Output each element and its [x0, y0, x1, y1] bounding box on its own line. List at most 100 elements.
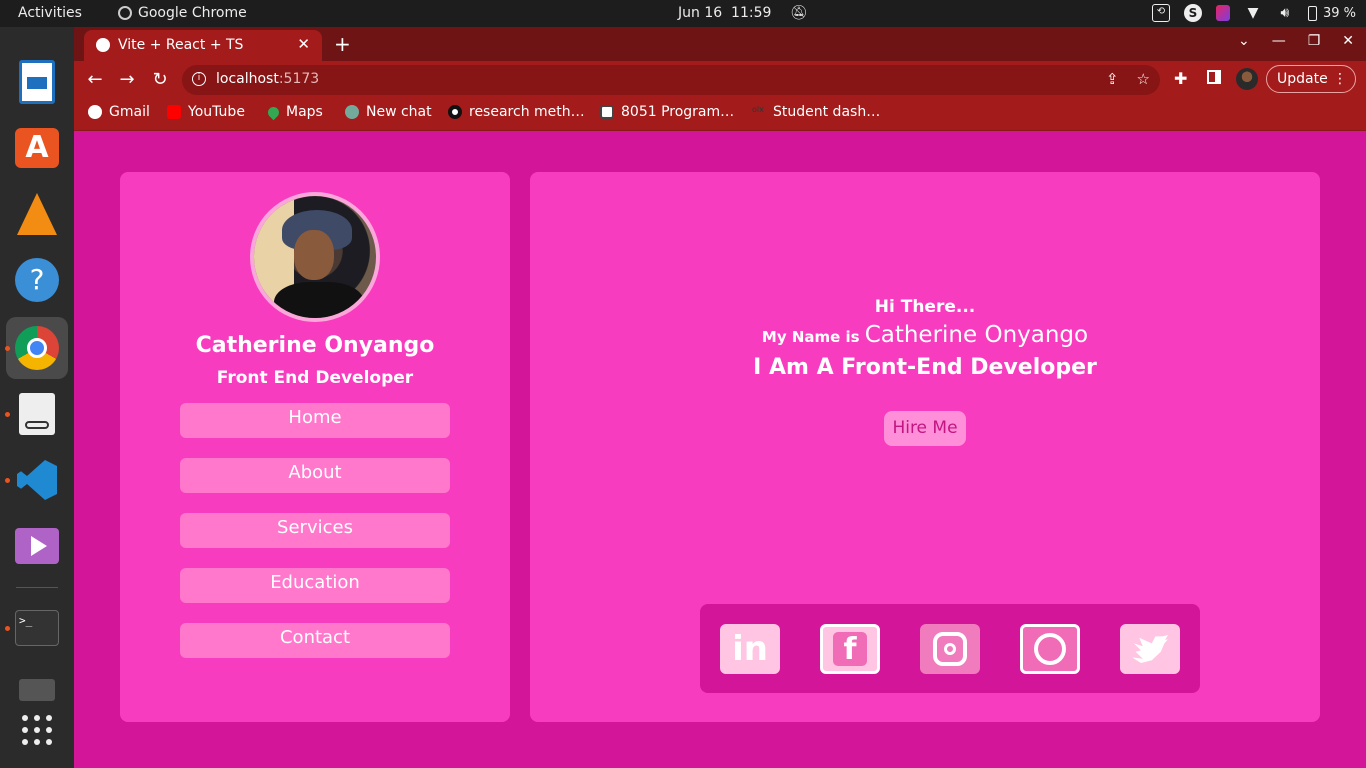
activities-button[interactable]: Activities [18, 5, 82, 21]
whatsapp-icon [1034, 633, 1066, 665]
hero-card: Hi There... My Name is Catherine Onyango… [530, 172, 1320, 722]
bookmark-label: New chat [366, 104, 432, 120]
twitter-link[interactable] [1120, 624, 1180, 674]
program-site-icon [600, 105, 614, 119]
bookmark-item[interactable]: research meth… [448, 104, 585, 120]
chrome-small-icon [118, 6, 132, 20]
tab-strip: Vite + React + TS ✕ + ⌄ — ❐ ✕ [74, 27, 1366, 61]
show-apps-button[interactable] [14, 707, 60, 753]
running-indicator [5, 626, 10, 631]
dock-help[interactable]: ? [14, 257, 60, 303]
minimize-icon[interactable]: — [1272, 33, 1286, 49]
globe-icon [96, 38, 110, 52]
linkedin-icon: in [732, 629, 768, 669]
dock-chrome[interactable] [6, 317, 68, 379]
whatsapp-link[interactable] [1020, 624, 1080, 674]
portfolio-page: Catherine Onyango Front End Developer Ho… [74, 131, 1366, 768]
dock-reader[interactable] [14, 391, 60, 437]
date-text: Jun 16 [678, 5, 723, 21]
bookmark-item[interactable]: YouTube [167, 104, 245, 120]
extensions-icon[interactable]: ✚ [1174, 69, 1187, 88]
dock-terminal[interactable]: >_ [14, 605, 60, 651]
reload-icon[interactable]: ↻ [149, 69, 171, 90]
address-bar[interactable]: i localhost:5173 ⇪ ☆ [182, 65, 1160, 95]
profile-name: Catherine Onyango [195, 333, 435, 358]
system-top-bar: Activities Google Chrome Jun 16 11:59 🔕︎… [0, 0, 1366, 27]
dock-video[interactable] [14, 523, 60, 569]
nav-contact[interactable]: Contact [180, 623, 450, 658]
youtube-icon [167, 105, 181, 119]
bookmark-label: Gmail [109, 104, 150, 120]
url-port: :5173 [278, 71, 320, 87]
new-tab-button[interactable]: + [334, 32, 351, 56]
nav-services[interactable]: Services [180, 513, 450, 548]
bookmark-item[interactable]: olx Student dash… [752, 104, 880, 120]
bookmark-star-icon[interactable]: ☆ [1137, 70, 1150, 88]
update-label: Update [1277, 71, 1328, 87]
social-links-bar: in f [700, 604, 1200, 693]
restore-icon[interactable]: ❐ [1308, 33, 1321, 49]
video-player-icon [15, 528, 59, 564]
bookmark-item[interactable]: Maps [265, 104, 323, 120]
bookmark-label: research meth… [469, 104, 585, 120]
back-icon[interactable]: ← [84, 69, 106, 90]
bookmark-item[interactable]: 8051 Program… [600, 104, 734, 120]
facebook-link[interactable]: f [820, 624, 880, 674]
nav-education[interactable]: Education [180, 568, 450, 603]
app-menu[interactable]: Google Chrome [118, 5, 247, 21]
close-window-icon[interactable]: ✕ [1342, 33, 1354, 49]
update-button[interactable]: Update ⋮ [1266, 65, 1356, 93]
browser-toolbar: ← → ↻ i localhost:5173 ⇪ ☆ ✚ Update ⋮ [74, 61, 1366, 99]
vlc-icon [17, 193, 57, 235]
linkedin-link[interactable]: in [720, 624, 780, 674]
bookmark-item[interactable]: New chat [345, 104, 432, 120]
wifi-icon: ▼ [1247, 5, 1259, 21]
sync-icon: ⟲ [1151, 4, 1170, 22]
forward-icon[interactable]: → [116, 69, 138, 90]
profile-role: Front End Developer [216, 368, 414, 388]
profile-photo [250, 192, 380, 322]
dock-vscode[interactable] [14, 457, 60, 503]
dock-vlc[interactable] [14, 191, 60, 237]
window-controls: ⌄ — ❐ ✕ [1238, 33, 1354, 49]
tab-search-icon[interactable]: ⌄ [1238, 33, 1250, 49]
bookmark-label: 8051 Program… [621, 104, 735, 120]
profile-avatar[interactable] [1236, 68, 1258, 90]
share-icon[interactable]: ⇪ [1106, 70, 1119, 88]
name-line: My Name is Catherine Onyango [530, 322, 1320, 348]
instagram-link[interactable] [920, 624, 980, 674]
tab-close-icon[interactable]: ✕ [297, 35, 310, 53]
app-tray-icon [1215, 5, 1230, 21]
files-drive-icon [19, 679, 55, 701]
bookmark-label: Student dash… [773, 104, 881, 120]
chatgpt-icon [345, 105, 359, 119]
time-text: 11:59 [731, 5, 772, 21]
dock-writer[interactable] [14, 59, 60, 105]
name-prefix: My Name is [761, 328, 860, 346]
dock-software[interactable]: A [14, 125, 60, 171]
side-panel-icon[interactable] [1207, 70, 1221, 84]
skype-icon: S [1183, 4, 1202, 22]
clock[interactable]: Jun 16 11:59 🔕︎ [678, 5, 808, 21]
app-grid-icon [22, 715, 52, 745]
bell-muted-icon: 🔕︎ [789, 5, 808, 21]
nav-about[interactable]: About [180, 458, 450, 493]
instagram-icon [933, 632, 967, 666]
tab-active[interactable]: Vite + React + TS ✕ [84, 30, 322, 61]
running-indicator [5, 478, 10, 483]
volume-icon: 🔊︎ [1280, 5, 1290, 21]
browser-chrome: Vite + React + TS ✕ + ⌄ — ❐ ✕ ← → ↻ i lo… [74, 27, 1366, 131]
system-status-area[interactable]: ⟲ S ▼ 🔊︎ 39 % [1151, 4, 1356, 22]
nav-home[interactable]: Home [180, 403, 450, 438]
maps-pin-icon [265, 104, 282, 120]
menu-dots-icon[interactable]: ⋮ [1333, 66, 1347, 92]
hire-me-button[interactable]: Hire Me [884, 411, 966, 446]
hero-title: I Am A Front-End Developer [753, 355, 1097, 380]
site-info-icon[interactable]: i [192, 72, 206, 86]
help-icon: ? [15, 258, 59, 302]
bookmark-item[interactable]: Gmail [88, 104, 150, 120]
bookmarks-bar: Gmail YouTube Maps New chat research met… [74, 99, 1366, 131]
running-indicator [5, 412, 10, 417]
url-host: localhost [216, 71, 279, 87]
libreoffice-writer-icon [19, 60, 55, 104]
